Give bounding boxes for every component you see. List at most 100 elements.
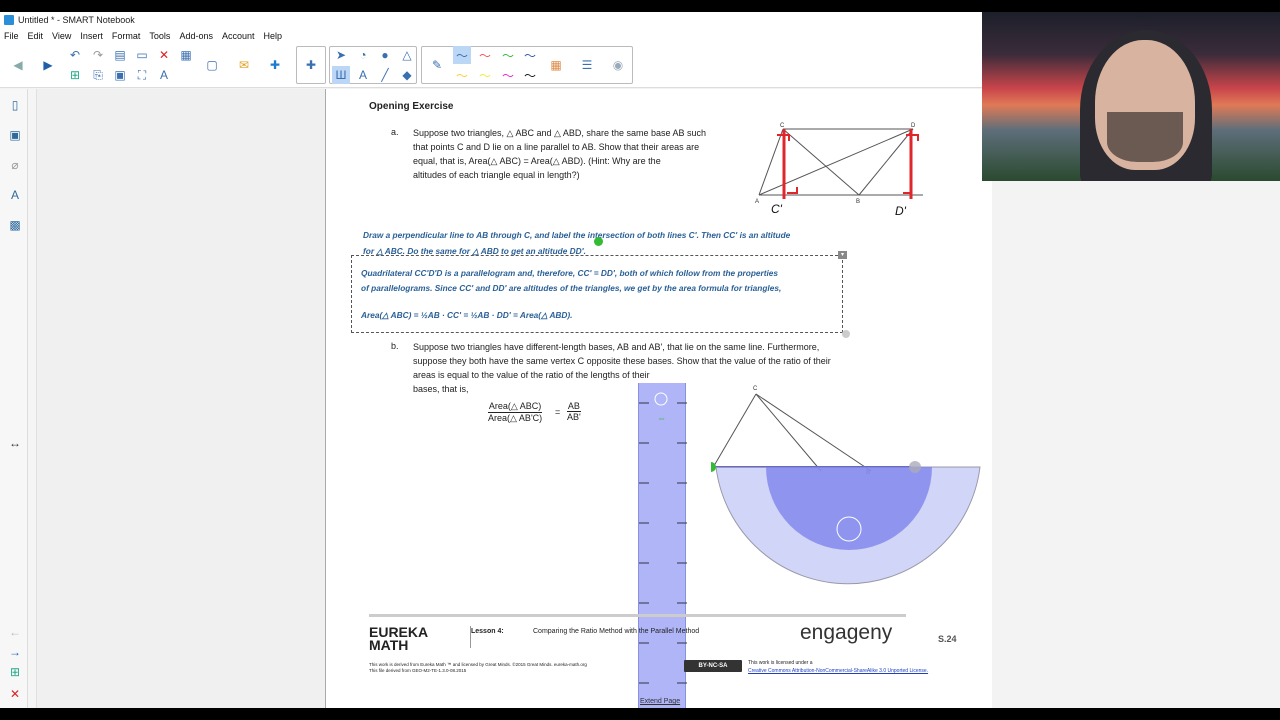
- label-d-prime: D': [895, 204, 907, 218]
- menu-help[interactable]: Help: [264, 31, 283, 41]
- answer-line: of parallelograms. Since CC' and DD' are…: [361, 283, 782, 293]
- sorter-scrollbar[interactable]: [28, 89, 37, 708]
- ratio-equals: =: [555, 407, 561, 417]
- notebook-canvas[interactable]: Opening Exercise a. Suppose two triangle…: [325, 89, 992, 708]
- redo-icon[interactable]: ↷: [89, 46, 107, 64]
- fullscreen-icon[interactable]: ⛶: [133, 66, 151, 84]
- svg-text:⇔: ⇔: [657, 413, 666, 423]
- title-bar: Untitled * - SMART Notebook: [0, 12, 982, 28]
- page-sorter-icon[interactable]: ▯: [7, 97, 23, 113]
- attachments-icon[interactable]: ⌀: [7, 157, 23, 173]
- magic-pen-icon[interactable]: ◔: [354, 46, 372, 64]
- open-icon[interactable]: ⎘: [89, 66, 107, 84]
- screen-shade-icon[interactable]: ▭: [133, 46, 151, 64]
- segment-ad: [758, 128, 914, 196]
- prev-page-icon[interactable]: ←: [7, 624, 23, 640]
- delete-page-icon[interactable]: ✕: [7, 686, 23, 702]
- menu-tools[interactable]: Tools: [149, 31, 170, 41]
- addons-icon[interactable]: ✚: [266, 56, 284, 74]
- activity-icon[interactable]: ✉: [235, 56, 253, 74]
- next-page-icon[interactable]: →: [7, 644, 23, 660]
- pen-icon[interactable]: ✎: [428, 56, 446, 74]
- part-a-label: a.: [391, 127, 399, 137]
- menu-view[interactable]: View: [52, 31, 71, 41]
- resize-handle[interactable]: [842, 330, 850, 338]
- pen-green-icon[interactable]: 〜: [499, 46, 517, 64]
- save-icon[interactable]: ▣: [111, 66, 129, 84]
- part-b-line: suppose they both have the same vertex C…: [413, 356, 831, 366]
- pen-dark-icon[interactable]: 〜: [521, 46, 539, 64]
- pen-black-icon[interactable]: 〜: [521, 66, 539, 84]
- ruler-tool[interactable]: ⇔: [638, 383, 687, 708]
- color-palette-icon[interactable]: ▦: [547, 56, 565, 74]
- menu-format[interactable]: Format: [112, 31, 141, 41]
- page-sorter-panel: [28, 89, 325, 708]
- resize-icon[interactable]: ↔: [7, 435, 23, 451]
- menu-account[interactable]: Account: [222, 31, 255, 41]
- extend-page-link[interactable]: Extend Page: [640, 698, 680, 705]
- gallery-icon[interactable]: ▣: [7, 127, 23, 143]
- menu-bar: File Edit View Insert Format Tools Add-o…: [0, 28, 982, 43]
- measure-icon[interactable]: Ш: [332, 66, 350, 84]
- fill-icon[interactable]: ●: [376, 46, 394, 64]
- pen-blue-icon[interactable]: 〜: [453, 46, 471, 64]
- segment-bd: [858, 128, 914, 196]
- rotate-handle[interactable]: [594, 237, 603, 246]
- pen-red-icon[interactable]: 〜: [476, 46, 494, 64]
- pen-yellow-icon[interactable]: 〜: [453, 66, 471, 84]
- delete-icon[interactable]: ✕: [155, 46, 173, 64]
- segment-cb-prime: [755, 393, 872, 472]
- eureka-logo: EUREKA MATH: [369, 625, 428, 652]
- back-icon[interactable]: ◀: [9, 56, 27, 74]
- line-style-icon[interactable]: ☰: [578, 56, 596, 74]
- ratio-denominator: Area(△ AB'C): [488, 412, 543, 423]
- parallel-lines-diagram: C D A B C' D': [755, 123, 923, 218]
- triangle-protractor-diagram: C B': [711, 386, 981, 585]
- lesson-title: Comparing the Ratio Method with the Para…: [533, 628, 700, 635]
- add-page-icon[interactable]: ⊞: [66, 66, 84, 84]
- transparency-icon[interactable]: ◉: [609, 56, 627, 74]
- window-title: Untitled * - SMART Notebook: [18, 15, 135, 25]
- toolbar: ◀ ▶ ↶ ↷ ▤ ▭ ✕ ▦ ⊞ ⎘ ▣ ⛶ A ▢ ✉ ✚ ✚ ➤ ◔ ● …: [0, 43, 982, 88]
- add-page-side-icon[interactable]: ⊞: [7, 664, 23, 680]
- part-a-line: altitudes of each triangle equal in leng…: [413, 170, 580, 180]
- answer-line: Quadrilateral CC'D'D is a parallelogram …: [361, 268, 779, 278]
- line-icon[interactable]: ╱: [376, 66, 394, 84]
- menu-insert[interactable]: Insert: [80, 31, 103, 41]
- dropdown-handle-icon[interactable]: ▾: [838, 251, 847, 259]
- pen-magenta-icon[interactable]: 〜: [499, 66, 517, 84]
- text-format-icon[interactable]: A: [155, 66, 173, 84]
- protractor-resize-handle[interactable]: [909, 461, 921, 473]
- paste-icon[interactable]: ▤: [111, 46, 129, 64]
- table-icon[interactable]: ▦: [177, 46, 195, 64]
- ratio-numerator: Area(△ ABC): [488, 401, 542, 411]
- pen-lime-icon[interactable]: 〜: [476, 66, 494, 84]
- menu-file[interactable]: File: [4, 31, 19, 41]
- shape-icon[interactable]: △: [398, 46, 416, 64]
- presenter-beard: [1107, 112, 1183, 162]
- ratio-left: Area(△ ABC) Area(△ AB'C): [488, 401, 543, 424]
- license-link[interactable]: Creative Commons Attribution-NonCommerci…: [748, 667, 928, 675]
- ratio-right-numerator: AB: [567, 401, 580, 411]
- cc-badge: BY-NC-SA: [684, 660, 742, 672]
- app-icon: [4, 15, 14, 25]
- undo-icon[interactable]: ↶: [66, 46, 84, 64]
- select-icon[interactable]: ➤: [332, 46, 350, 64]
- response-icon[interactable]: ✚: [302, 56, 320, 74]
- ratio-right-denominator: AB': [567, 411, 581, 422]
- label-c2: C: [753, 386, 758, 392]
- eraser-icon[interactable]: ◆: [398, 66, 416, 84]
- license-line: This file derived from GEO-M2-TE-1.3.0-0…: [369, 668, 467, 673]
- segment-cb: [755, 393, 822, 472]
- text-icon[interactable]: A: [354, 66, 372, 84]
- smart-notebook-window: Untitled * - SMART Notebook File Edit Vi…: [0, 12, 992, 708]
- ratio-right: AB AB': [567, 401, 581, 422]
- menu-addons[interactable]: Add-ons: [179, 31, 213, 41]
- forward-icon[interactable]: ▶: [39, 56, 57, 74]
- addons-tab-icon[interactable]: ▩: [7, 217, 23, 233]
- part-a-line: that points C and D lie on a line parall…: [413, 142, 700, 152]
- display-icon[interactable]: ▢: [203, 56, 221, 74]
- part-a-line: Suppose two triangles, △ ABC and △ ABD, …: [413, 128, 707, 138]
- properties-icon[interactable]: A: [7, 187, 23, 203]
- menu-edit[interactable]: Edit: [28, 31, 44, 41]
